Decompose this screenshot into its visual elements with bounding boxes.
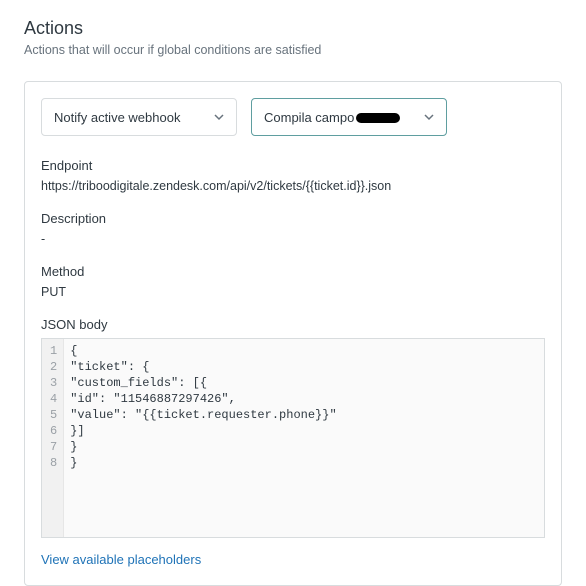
method-value: PUT [41,285,545,299]
redacted-text [356,113,400,123]
action-type-select[interactable]: Notify active webhook [41,98,237,136]
page-subtitle: Actions that will occur if global condit… [24,43,562,57]
action-target-text: Compila campo [264,110,354,125]
action-target-value: Compila campo [264,110,400,125]
json-body-label: JSON body [41,317,545,332]
chevron-down-icon [424,110,434,125]
page-title: Actions [24,18,562,39]
chevron-down-icon [214,110,224,125]
action-target-select[interactable]: Compila campo [251,98,447,136]
endpoint-field: Endpoint https://triboodigitale.zendesk.… [41,158,545,193]
code-gutter: 12345678 [42,339,64,537]
actions-panel: Notify active webhook Compila campo Endp… [24,81,562,586]
json-body-editor[interactable]: 12345678 { "ticket": { "custom_fields": … [41,338,545,538]
method-label: Method [41,264,545,279]
code-content: { "ticket": { "custom_fields": [{ "id": … [64,339,544,537]
method-field: Method PUT [41,264,545,299]
description-value: - [41,232,545,246]
description-label: Description [41,211,545,226]
endpoint-label: Endpoint [41,158,545,173]
selects-row: Notify active webhook Compila campo [41,98,545,136]
action-type-value: Notify active webhook [54,110,180,125]
view-placeholders-link[interactable]: View available placeholders [41,552,201,567]
endpoint-value: https://triboodigitale.zendesk.com/api/v… [41,179,545,193]
description-field: Description - [41,211,545,246]
json-body-field: JSON body 12345678 { "ticket": { "custom… [41,317,545,538]
